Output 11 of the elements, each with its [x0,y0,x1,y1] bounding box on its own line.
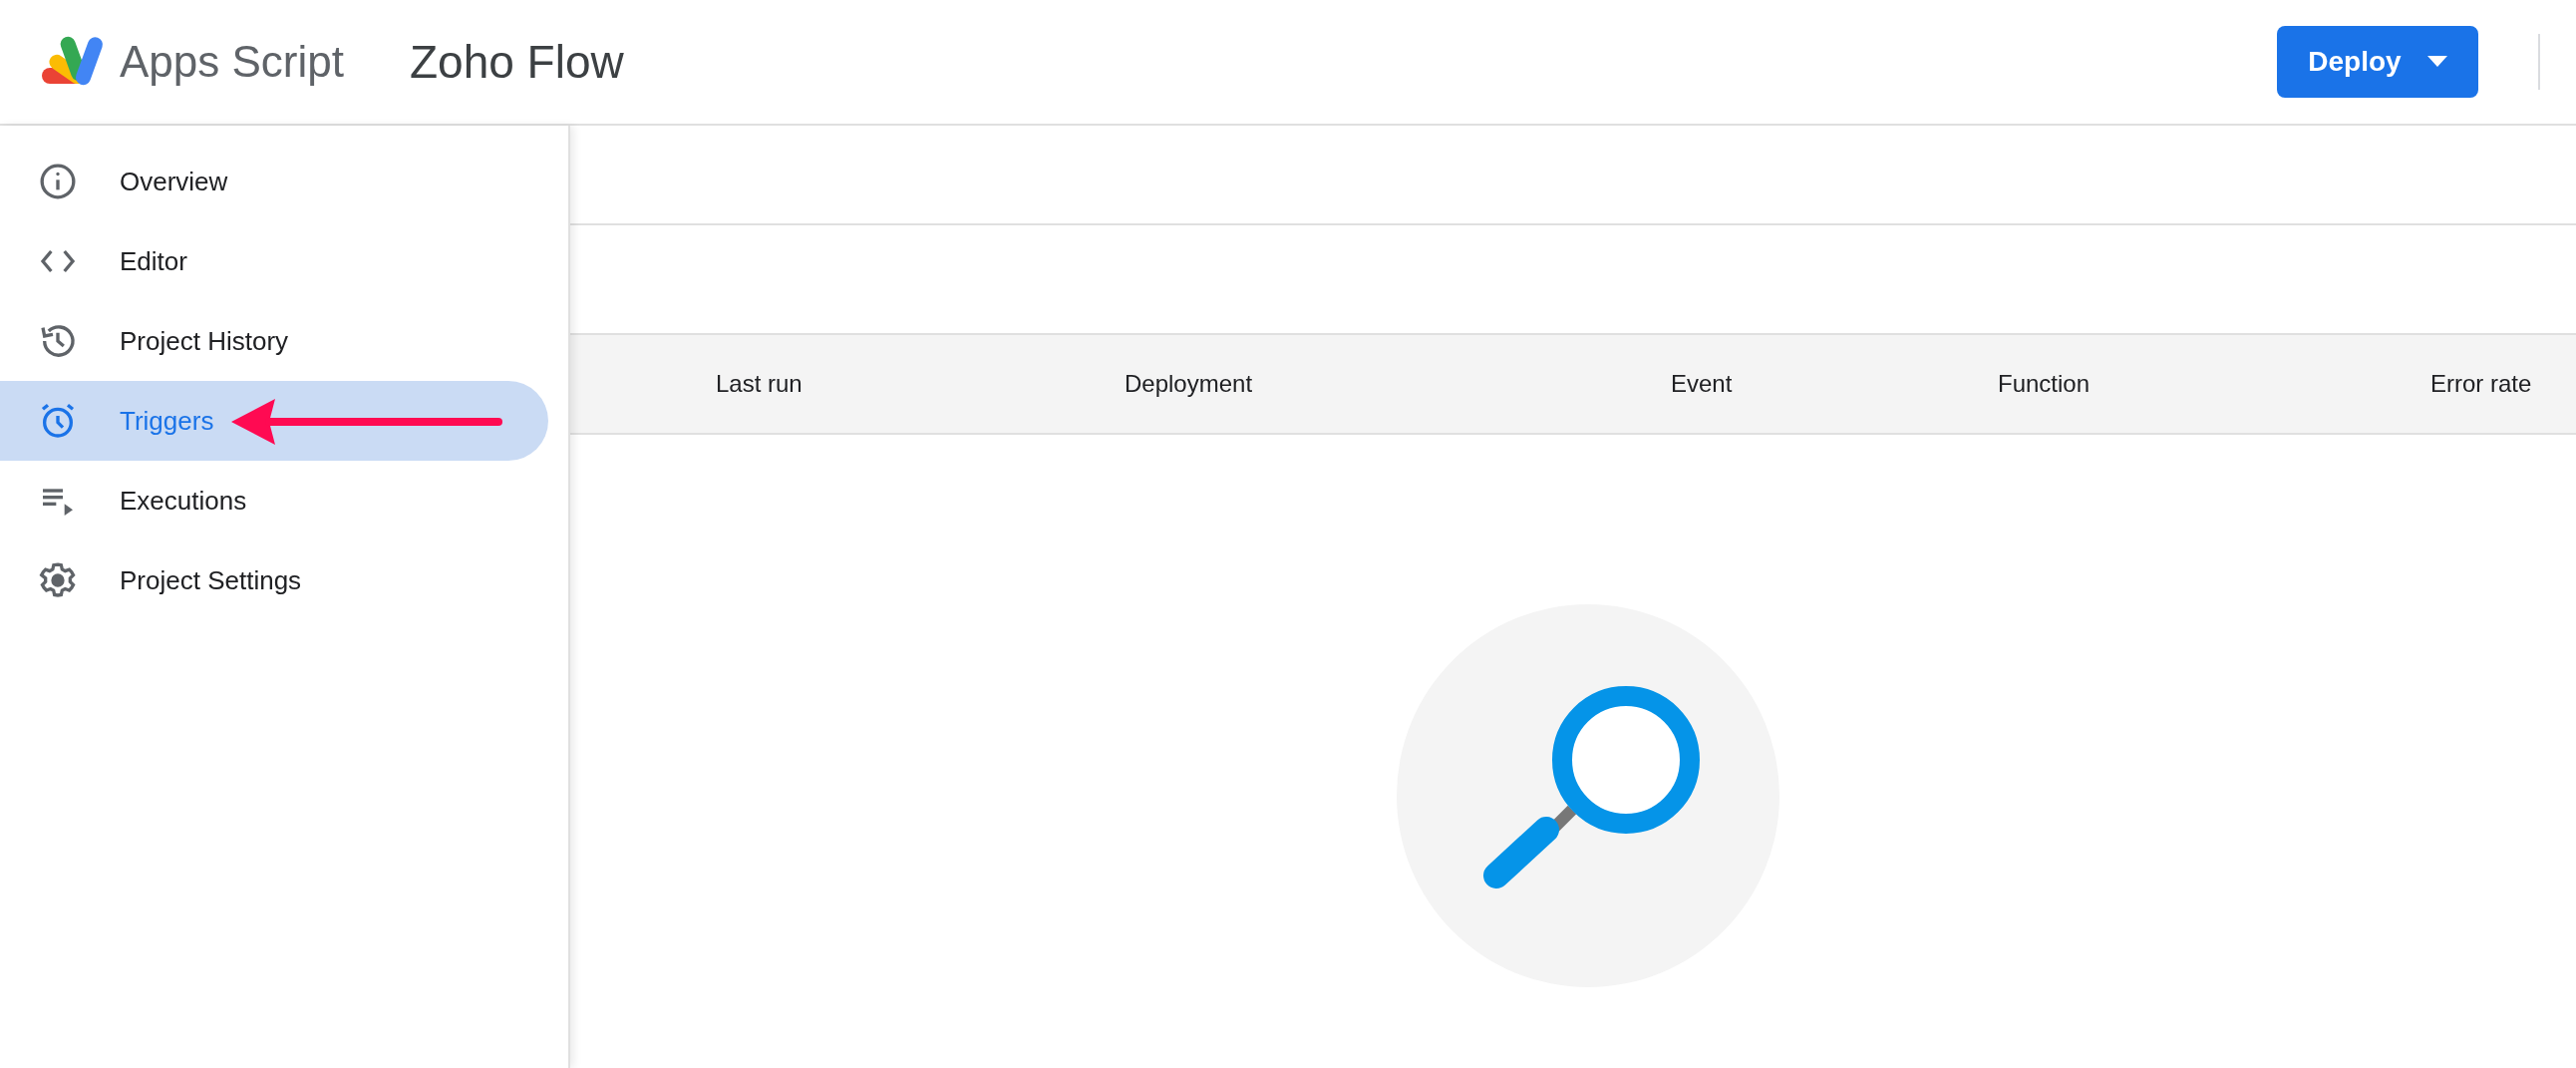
column-header: Function [1998,370,2091,397]
column-header: Event [1671,370,1733,397]
project-title: Zoho Flow [410,34,624,90]
caret-icon [2426,56,2447,68]
column-header: Error rate [2430,370,2532,397]
column-header: Deployment [1125,370,1253,397]
deploy-button[interactable]: Deploy [2277,26,2478,98]
column-header: Last run [716,370,803,397]
info-icon [38,162,78,201]
settings-icon [38,560,78,600]
app-name: Apps Script [120,36,344,88]
